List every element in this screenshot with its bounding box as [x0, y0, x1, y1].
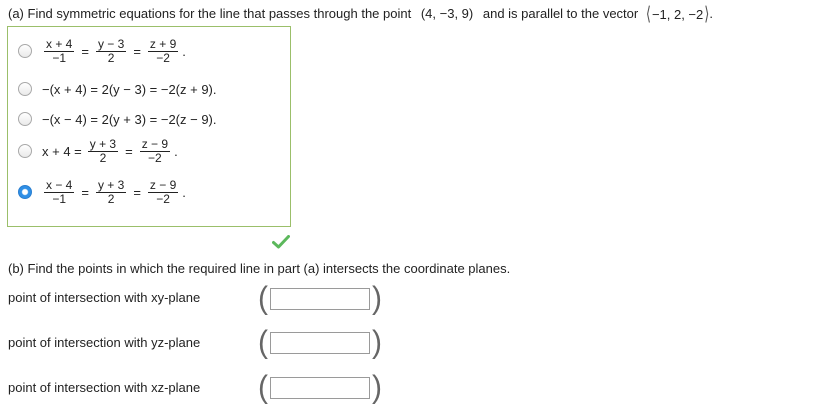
left-paren: (	[258, 325, 268, 360]
equation-text: .	[182, 184, 186, 200]
equals-sign: =	[125, 143, 133, 159]
left-paren: (	[258, 370, 268, 405]
radio-button[interactable]	[18, 185, 32, 199]
numerator: x − 4	[44, 177, 75, 193]
option-4[interactable]: x + 4 = y + 3 2 = z − 9 −2.	[18, 136, 178, 166]
radio-button[interactable]	[18, 144, 32, 158]
part-a-vector: ⟨ −1, 2, −2 ⟩	[646, 2, 709, 24]
fraction: x − 4 −1	[44, 177, 75, 206]
xy-plane-answer: ( )	[258, 281, 382, 316]
equals-sign: =	[133, 184, 141, 200]
numerator: z − 9	[139, 136, 171, 152]
equals-sign: =	[133, 43, 141, 59]
fraction: y − 32	[95, 36, 127, 65]
denominator: 2	[107, 191, 115, 206]
xz-plane-label: point of intersection with xz-plane	[8, 380, 201, 395]
right-paren: )	[372, 370, 382, 405]
equation-text: .	[182, 43, 186, 59]
part-a-question-text: (a) Find symmetric equations for the lin…	[8, 6, 412, 21]
equals-sign: =	[81, 43, 89, 59]
denominator: 2	[107, 50, 115, 65]
xz-plane-answer: ( )	[258, 370, 382, 405]
denominator: 2	[99, 150, 107, 165]
xy-plane-label: point of intersection with xy-plane	[8, 290, 201, 305]
part-a-point: (4, −3, 9)	[420, 6, 474, 21]
denominator: −2	[148, 150, 162, 165]
fraction: y + 32	[95, 177, 127, 206]
part-b-question: (b) Find the points in which the require…	[8, 261, 511, 276]
option-5[interactable]: x − 4 −1 = y + 3 2 = z − 9 −2.	[18, 177, 186, 207]
left-paren: (	[258, 281, 268, 316]
answer-options-box: x + 4 −1 = y − 3 2 = z + 9 −2. −(x + 4) = 2(y − …	[7, 26, 291, 249]
denominator: −2	[156, 50, 170, 65]
fraction: y + 32	[87, 136, 119, 165]
right-paren: )	[372, 281, 382, 316]
fraction: z + 9 −2	[147, 36, 179, 65]
xz-plane-input[interactable]	[270, 377, 370, 399]
equals-sign: =	[81, 184, 89, 200]
equation-text: −(x − 4) = 2(y + 3) = −2(z − 9).	[42, 111, 217, 127]
yz-plane-answer: ( )	[258, 325, 382, 360]
right-paren: )	[372, 325, 382, 360]
yz-plane-input[interactable]	[270, 332, 370, 354]
option-2[interactable]: −(x + 4) = 2(y − 3) = −2(z + 9).	[18, 74, 217, 104]
radio-button[interactable]	[18, 82, 32, 96]
numerator: y + 3	[87, 136, 119, 152]
checkmark-icon	[272, 235, 290, 249]
fraction: z − 9 −2	[147, 177, 179, 206]
part-a-end: .	[709, 6, 713, 21]
equation-text: x + 4 =	[42, 143, 82, 159]
numerator: z + 9	[147, 36, 179, 52]
denominator: −1	[52, 191, 67, 206]
yz-plane-label: point of intersection with yz-plane	[8, 335, 201, 350]
right-angle-bracket: ⟩	[704, 2, 710, 25]
radio-button[interactable]	[18, 44, 32, 58]
numerator: y − 3	[95, 36, 127, 52]
option-3[interactable]: −(x − 4) = 2(y + 3) = −2(z − 9).	[18, 104, 217, 134]
xy-plane-input[interactable]	[270, 288, 370, 310]
numerator: x + 4	[44, 36, 75, 52]
equation-text: .	[174, 143, 178, 159]
radio-button[interactable]	[18, 112, 32, 126]
numerator: y + 3	[95, 177, 127, 193]
part-a-vector-components: −1, 2, −2	[651, 6, 704, 22]
fraction: x + 4 −1	[44, 36, 75, 65]
option-1[interactable]: x + 4 −1 = y − 3 2 = z + 9 −2.	[18, 36, 186, 66]
part-a-question: (a) Find symmetric equations for the lin…	[8, 2, 713, 24]
denominator: −2	[156, 191, 170, 206]
equation-text: −(x + 4) = 2(y − 3) = −2(z + 9).	[42, 81, 217, 97]
left-angle-bracket: ⟨	[645, 2, 651, 25]
part-a-mid-text: and is parallel to the vector	[482, 6, 639, 21]
fraction: z − 9 −2	[139, 136, 171, 165]
denominator: −1	[52, 50, 67, 65]
numerator: z − 9	[147, 177, 179, 193]
